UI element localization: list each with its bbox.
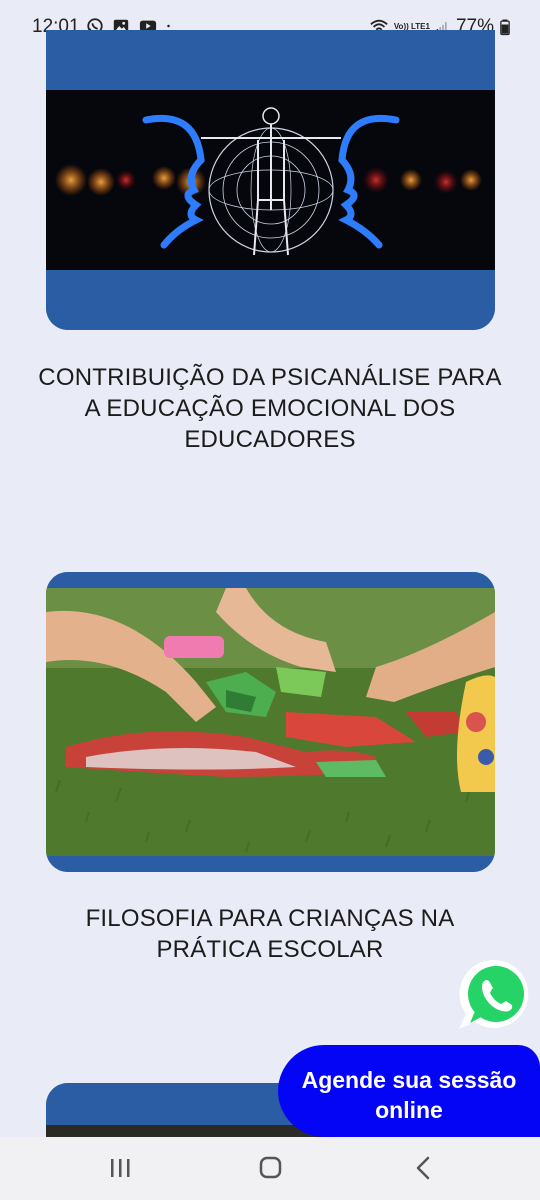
system-nav-bar [0,1137,540,1200]
card-image-philosophy[interactable] [46,572,495,872]
card-title-philosophy[interactable]: FILOSOFIA PARA CRIANÇAS NA PRÁTICA ESCOL… [70,903,470,965]
schedule-session-button[interactable]: Agende sua sessão online [278,1045,540,1137]
card-title-psychoanalysis[interactable]: CONTRIBUIÇÃO DA PSICANÁLISE PARA A EDUCA… [30,362,510,455]
children-puzzle-photo [46,572,495,872]
recent-apps-button[interactable] [102,1153,138,1183]
card-image-psychoanalysis[interactable] [46,30,495,330]
recent-apps-icon [111,1159,130,1177]
back-icon [416,1156,430,1180]
back-button[interactable] [405,1153,441,1183]
home-button[interactable] [252,1153,288,1183]
battery-icon [500,19,510,36]
psychoanalysis-illustration [46,30,495,330]
whatsapp-chat-button[interactable] [456,956,534,1034]
home-icon [259,1156,282,1179]
whatsapp-icon [459,959,529,1029]
